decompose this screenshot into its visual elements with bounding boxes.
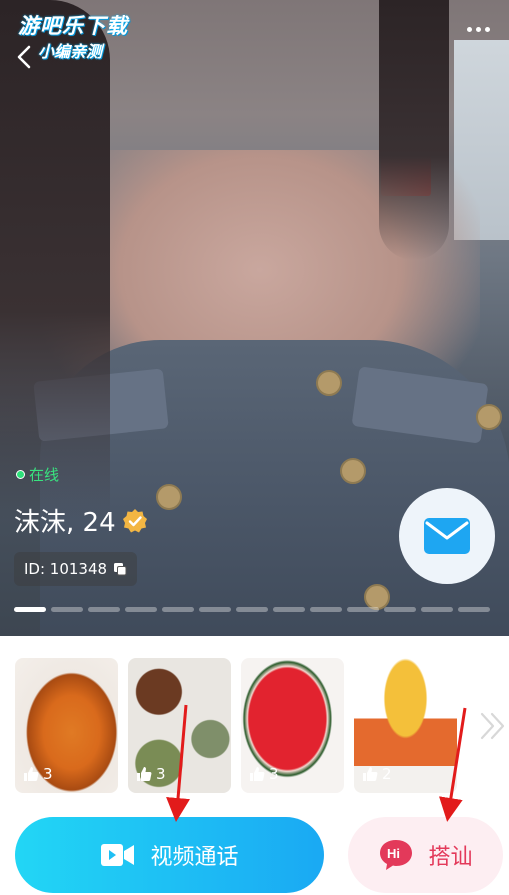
profile-name-age: 沫沫, 24: [14, 508, 116, 538]
pager-segment: [347, 607, 379, 612]
gallery-thumb[interactable]: 3: [241, 658, 344, 793]
pager-segment: [14, 607, 46, 612]
like-count: 3: [136, 765, 166, 783]
verified-badge-icon: [122, 508, 147, 532]
photo-pager: [14, 607, 490, 612]
like-count-text: 3: [156, 765, 166, 783]
like-count-text: 2: [382, 765, 392, 783]
pager-segment: [236, 607, 268, 612]
like-count-text: 3: [43, 765, 53, 783]
photo-hair-right: [379, 0, 449, 260]
chat-up-button[interactable]: Hi 搭讪: [348, 817, 503, 893]
mail-icon: [424, 518, 470, 554]
gallery-thumb[interactable]: 3: [128, 658, 231, 793]
svg-text:Hi: Hi: [387, 846, 400, 861]
pager-segment: [384, 607, 416, 612]
hi-bubble-icon: Hi: [380, 840, 413, 870]
online-status-text: 在线: [29, 466, 60, 484]
video-call-label: 视频通话: [150, 845, 239, 870]
watermark-line2: 小编亲测: [38, 42, 103, 61]
pager-segment: [199, 607, 231, 612]
double-chevron-right-icon[interactable]: [476, 706, 509, 746]
pager-segment: [310, 607, 342, 612]
pager-segment: [125, 607, 157, 612]
photo-button: [316, 370, 342, 396]
online-status: 在线: [16, 464, 59, 485]
like-count: 3: [249, 765, 279, 783]
thumbs-up-icon: [137, 767, 152, 781]
chat-up-label: 搭讪: [428, 845, 473, 870]
thumbs-up-icon: [24, 767, 39, 781]
photo-hair-left: [0, 0, 110, 520]
like-count-text: 3: [269, 765, 279, 783]
pager-segment: [273, 607, 305, 612]
back-button[interactable]: [10, 42, 40, 72]
like-count: 2: [362, 765, 392, 783]
gallery-thumb[interactable]: 3: [15, 658, 118, 793]
like-count: 3: [23, 765, 53, 783]
back-chevron-icon: [17, 45, 31, 69]
thumbs-up-icon: [250, 767, 265, 781]
pager-segment: [88, 607, 120, 612]
photo-button: [340, 458, 366, 484]
pager-segment: [458, 607, 490, 612]
watermark-line1: 游吧乐下载: [18, 14, 128, 38]
video-call-button[interactable]: 视频通话: [15, 817, 324, 893]
copy-icon[interactable]: [113, 562, 127, 576]
thumbs-up-icon: [363, 767, 378, 781]
pager-segment: [51, 607, 83, 612]
more-dots-icon: [476, 26, 481, 32]
profile-name-row: 沫沫, 24: [14, 502, 148, 539]
photo-button: [476, 404, 502, 430]
moments-gallery: 3 3 3 2: [15, 658, 457, 793]
more-dots-icon: [467, 26, 472, 32]
more-button[interactable]: [467, 22, 497, 36]
more-dots-icon: [485, 26, 490, 32]
video-camera-icon: [101, 844, 135, 866]
pager-segment: [421, 607, 453, 612]
photo-button: [156, 484, 182, 510]
online-dot-icon: [16, 470, 25, 479]
user-id-chip[interactable]: ID: 101348: [14, 552, 138, 586]
user-id-text: ID: 101348: [24, 560, 108, 578]
message-button[interactable]: [399, 488, 495, 584]
pager-segment: [162, 607, 194, 612]
gallery-thumb[interactable]: 2: [354, 658, 457, 793]
